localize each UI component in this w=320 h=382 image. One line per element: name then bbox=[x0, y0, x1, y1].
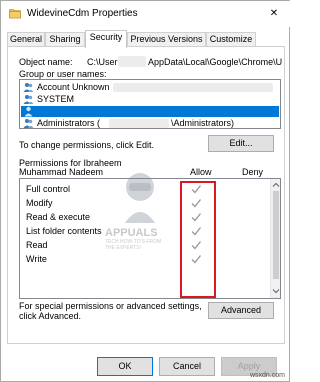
redacted-text bbox=[109, 119, 169, 128]
group-item-label-suffix: \Administrators) bbox=[171, 118, 235, 128]
scrollbar-thumb[interactable] bbox=[273, 191, 279, 279]
redacted-username bbox=[118, 56, 146, 67]
scroll-down-icon[interactable] bbox=[272, 287, 280, 295]
users-icon bbox=[23, 83, 34, 92]
tab-sharing[interactable]: Sharing bbox=[45, 32, 85, 47]
user-icon bbox=[24, 106, 33, 117]
object-name-prefix: C:\User bbox=[87, 57, 118, 67]
group-item-administrators[interactable]: Administrators ( \Administrators) bbox=[21, 118, 279, 129]
special-permissions-hint: For special permissions or advanced sett… bbox=[19, 301, 202, 311]
group-item-selected-user[interactable] bbox=[21, 106, 279, 117]
tab-strip: General Sharing Security Previous Versio… bbox=[7, 30, 285, 48]
tab-general[interactable]: General bbox=[7, 32, 45, 47]
close-icon: ✕ bbox=[269, 7, 279, 19]
tab-previous-versions[interactable]: Previous Versions bbox=[127, 32, 206, 47]
group-item-system[interactable]: SYSTEM bbox=[21, 94, 279, 105]
watermark-tagline-2: THE EXPERTS! bbox=[105, 245, 142, 251]
tab-security[interactable]: Security bbox=[85, 30, 127, 48]
change-permissions-hint: To change permissions, click Edit. bbox=[19, 140, 155, 150]
cancel-button[interactable]: Cancel bbox=[159, 357, 215, 376]
permissions-for-user: Muhammad Nadeem bbox=[19, 167, 104, 177]
users-icon bbox=[23, 95, 34, 104]
permission-name: Full control bbox=[26, 184, 71, 194]
ok-button[interactable]: OK bbox=[97, 357, 153, 376]
folder-icon bbox=[9, 9, 21, 19]
group-user-list[interactable]: Account Unknown SYSTEM Administrators (… bbox=[19, 79, 281, 129]
permissions-scrollbar[interactable] bbox=[270, 179, 280, 298]
permission-name: Modify bbox=[26, 198, 53, 208]
group-item-label: Administrators ( bbox=[37, 118, 101, 128]
group-item-label: SYSTEM bbox=[37, 94, 75, 104]
redacted-text bbox=[113, 83, 273, 92]
permission-name: Write bbox=[26, 254, 47, 264]
permission-name: Read bbox=[26, 240, 48, 250]
close-button[interactable]: ✕ bbox=[257, 1, 291, 25]
site-watermark: wsxdn.com bbox=[249, 372, 285, 379]
object-name-label: Object name: bbox=[19, 57, 73, 67]
allow-column-highlight bbox=[180, 181, 216, 298]
scroll-up-icon[interactable] bbox=[272, 181, 280, 189]
title-bar: WidevineCdm Properties ✕ bbox=[1, 1, 291, 27]
permission-name: Read & execute bbox=[26, 212, 91, 222]
tab-customize[interactable]: Customize bbox=[206, 32, 256, 47]
watermark-brand: APPUALS bbox=[105, 227, 158, 239]
special-permissions-hint-2: click Advanced. bbox=[19, 311, 82, 321]
allow-column-header: Allow bbox=[190, 167, 212, 177]
group-item-account-unknown[interactable]: Account Unknown bbox=[21, 82, 279, 93]
mascot-logo-icon bbox=[125, 173, 155, 223]
permission-name: List folder contents bbox=[26, 226, 102, 236]
group-item-label: Account Unknown bbox=[37, 82, 110, 92]
properties-dialog: WidevineCdm Properties ✕ General Sharing… bbox=[0, 0, 291, 382]
deny-column-header: Deny bbox=[242, 167, 264, 177]
edit-button[interactable]: Edit... bbox=[208, 135, 274, 152]
appuals-watermark: APPUALS TECH HOW-TO'S FROM THE EXPERTS! bbox=[105, 165, 175, 261]
object-name-value: AppData\Local\Google\Chrome\U bbox=[148, 57, 283, 67]
users-icon bbox=[23, 119, 34, 128]
advanced-button[interactable]: Advanced bbox=[208, 302, 274, 319]
group-names-label: Group or user names: bbox=[19, 69, 107, 79]
window-title: WidevineCdm Properties bbox=[27, 8, 138, 19]
